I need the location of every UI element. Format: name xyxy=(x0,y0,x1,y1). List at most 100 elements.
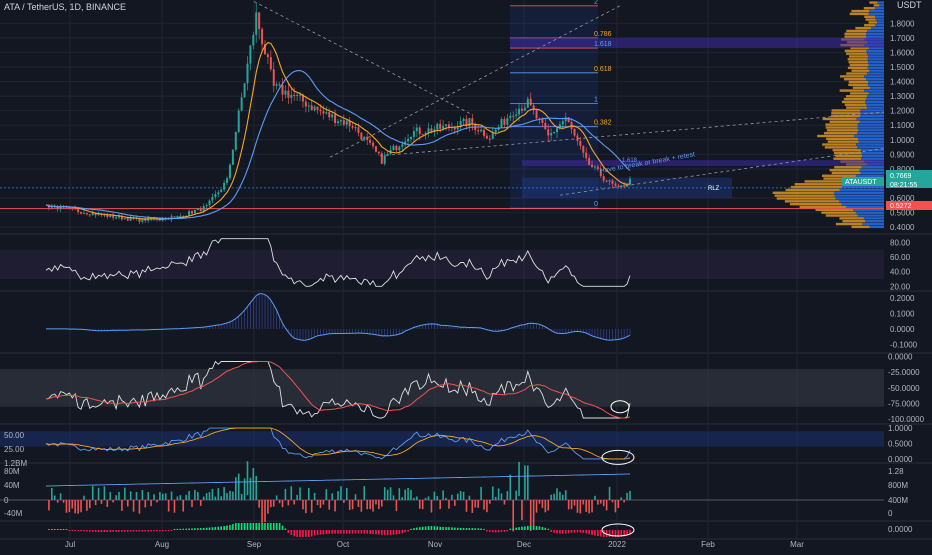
candle-body xyxy=(462,118,465,122)
volume-bar xyxy=(51,487,53,500)
candle-body xyxy=(500,118,503,128)
volume-bar xyxy=(126,500,129,507)
volume-bar xyxy=(296,494,298,500)
volume-profile-bar-blue xyxy=(862,154,884,158)
candle-body xyxy=(281,84,284,95)
candle-body xyxy=(392,145,395,151)
volume-profile-bar-orange xyxy=(855,26,872,30)
volume-bar xyxy=(343,500,345,503)
volume-bar xyxy=(56,500,59,503)
volume-profile-bar-orange xyxy=(824,146,858,149)
volume-profile-bar-blue xyxy=(866,103,884,106)
volume-bar xyxy=(305,500,307,514)
volume-profile-bar-blue xyxy=(866,95,884,98)
rsi-axis-tick: 20.00 xyxy=(890,282,911,291)
candle-body xyxy=(436,123,439,130)
volume-profile-bar-orange xyxy=(833,157,862,160)
fib-level-label: 0 xyxy=(594,201,598,208)
hist-bar xyxy=(167,530,170,532)
candle-body xyxy=(509,115,512,119)
hist-bar xyxy=(445,527,447,530)
volume-bar xyxy=(115,495,117,500)
hist-bar xyxy=(51,529,53,530)
hist-bar xyxy=(124,530,126,532)
candle-body xyxy=(199,208,202,211)
hist-bar xyxy=(176,528,179,530)
candle-body xyxy=(74,208,77,210)
volume-bar xyxy=(474,500,477,508)
time-axis-tick: Sep xyxy=(247,540,262,549)
hist-bar xyxy=(480,528,482,530)
candle-body xyxy=(208,200,211,206)
hist-bar xyxy=(506,530,509,532)
volume-bar xyxy=(375,500,377,505)
volume-bar xyxy=(194,489,196,500)
volume-bar xyxy=(94,500,97,506)
volume-profile-bar-orange xyxy=(846,52,867,55)
hist-bar xyxy=(418,527,421,530)
hist-bar xyxy=(527,525,529,530)
volume-profile-bar-blue xyxy=(858,140,884,143)
chart-root: ATA / TetherUS, 1D, BINANCE USDT 1.8000 1… xyxy=(0,0,932,550)
volume-profile-bar-orange xyxy=(847,58,868,61)
volume-bar xyxy=(588,500,590,514)
hist-bar xyxy=(249,523,252,530)
volume-bar xyxy=(573,500,576,506)
candle-body xyxy=(339,120,342,122)
chart-canvas[interactable]: 1.8000 1.7000 1.6000 1.5000 1.4000 1.3000 1.20… xyxy=(0,0,932,550)
volume-bar xyxy=(264,500,266,522)
volume-profile-bar-orange xyxy=(829,168,860,172)
volume-bar xyxy=(605,500,608,511)
candle-body xyxy=(88,214,91,216)
volume-bar xyxy=(383,487,386,500)
volume-profile-bar-blue xyxy=(866,32,884,35)
volume-bar xyxy=(445,497,447,500)
volume-profile-bar-blue xyxy=(857,131,884,135)
hist-bar xyxy=(582,530,585,533)
hist-bar xyxy=(538,526,541,530)
volume-profile-bar-orange xyxy=(831,171,861,175)
candle-body xyxy=(415,127,418,132)
volume-bar xyxy=(366,500,368,510)
volume-bar xyxy=(407,487,409,500)
price-axis-tick: 1.2000 xyxy=(890,107,915,116)
hist-bar xyxy=(150,530,152,532)
volume-profile-bar-blue xyxy=(861,166,884,169)
volume-profile-bar-orange xyxy=(825,214,858,217)
hist-bar xyxy=(272,523,275,530)
hist-bar xyxy=(197,528,199,530)
hist-bar xyxy=(486,530,488,532)
hist-bar xyxy=(89,530,91,532)
candle-body xyxy=(588,158,591,165)
candle-body xyxy=(205,205,208,207)
hist-bar xyxy=(532,525,535,530)
candle-body xyxy=(313,106,316,111)
volume-profile-bar-orange xyxy=(864,15,876,18)
candle-body xyxy=(561,121,564,125)
candle-body xyxy=(550,133,553,136)
hist-bar xyxy=(305,530,307,537)
hist-bar xyxy=(401,530,404,534)
volume-bar xyxy=(322,500,325,505)
hist-bar xyxy=(252,523,255,530)
obv-line xyxy=(45,473,631,487)
candle-body xyxy=(278,84,281,86)
volume-bar xyxy=(512,500,514,532)
hist-bar xyxy=(59,529,62,530)
volume-profile-bar-orange xyxy=(776,197,836,200)
candle-body xyxy=(82,213,85,215)
volume-bar xyxy=(337,491,339,500)
hist-bar xyxy=(413,528,415,530)
hist-bar xyxy=(313,530,316,536)
hist-bar xyxy=(588,530,590,535)
volume-profile-bar-orange xyxy=(846,95,867,98)
volume-bar xyxy=(509,474,512,500)
volume-bar xyxy=(611,500,614,503)
hist-bar xyxy=(308,530,310,537)
volume-profile-bar-blue xyxy=(864,75,884,78)
volume-bar xyxy=(182,500,185,512)
hist-bar xyxy=(62,529,65,530)
hist-bar xyxy=(354,530,357,534)
volume-bar xyxy=(74,500,76,514)
ticker-label: ATAUSDT xyxy=(845,179,877,186)
